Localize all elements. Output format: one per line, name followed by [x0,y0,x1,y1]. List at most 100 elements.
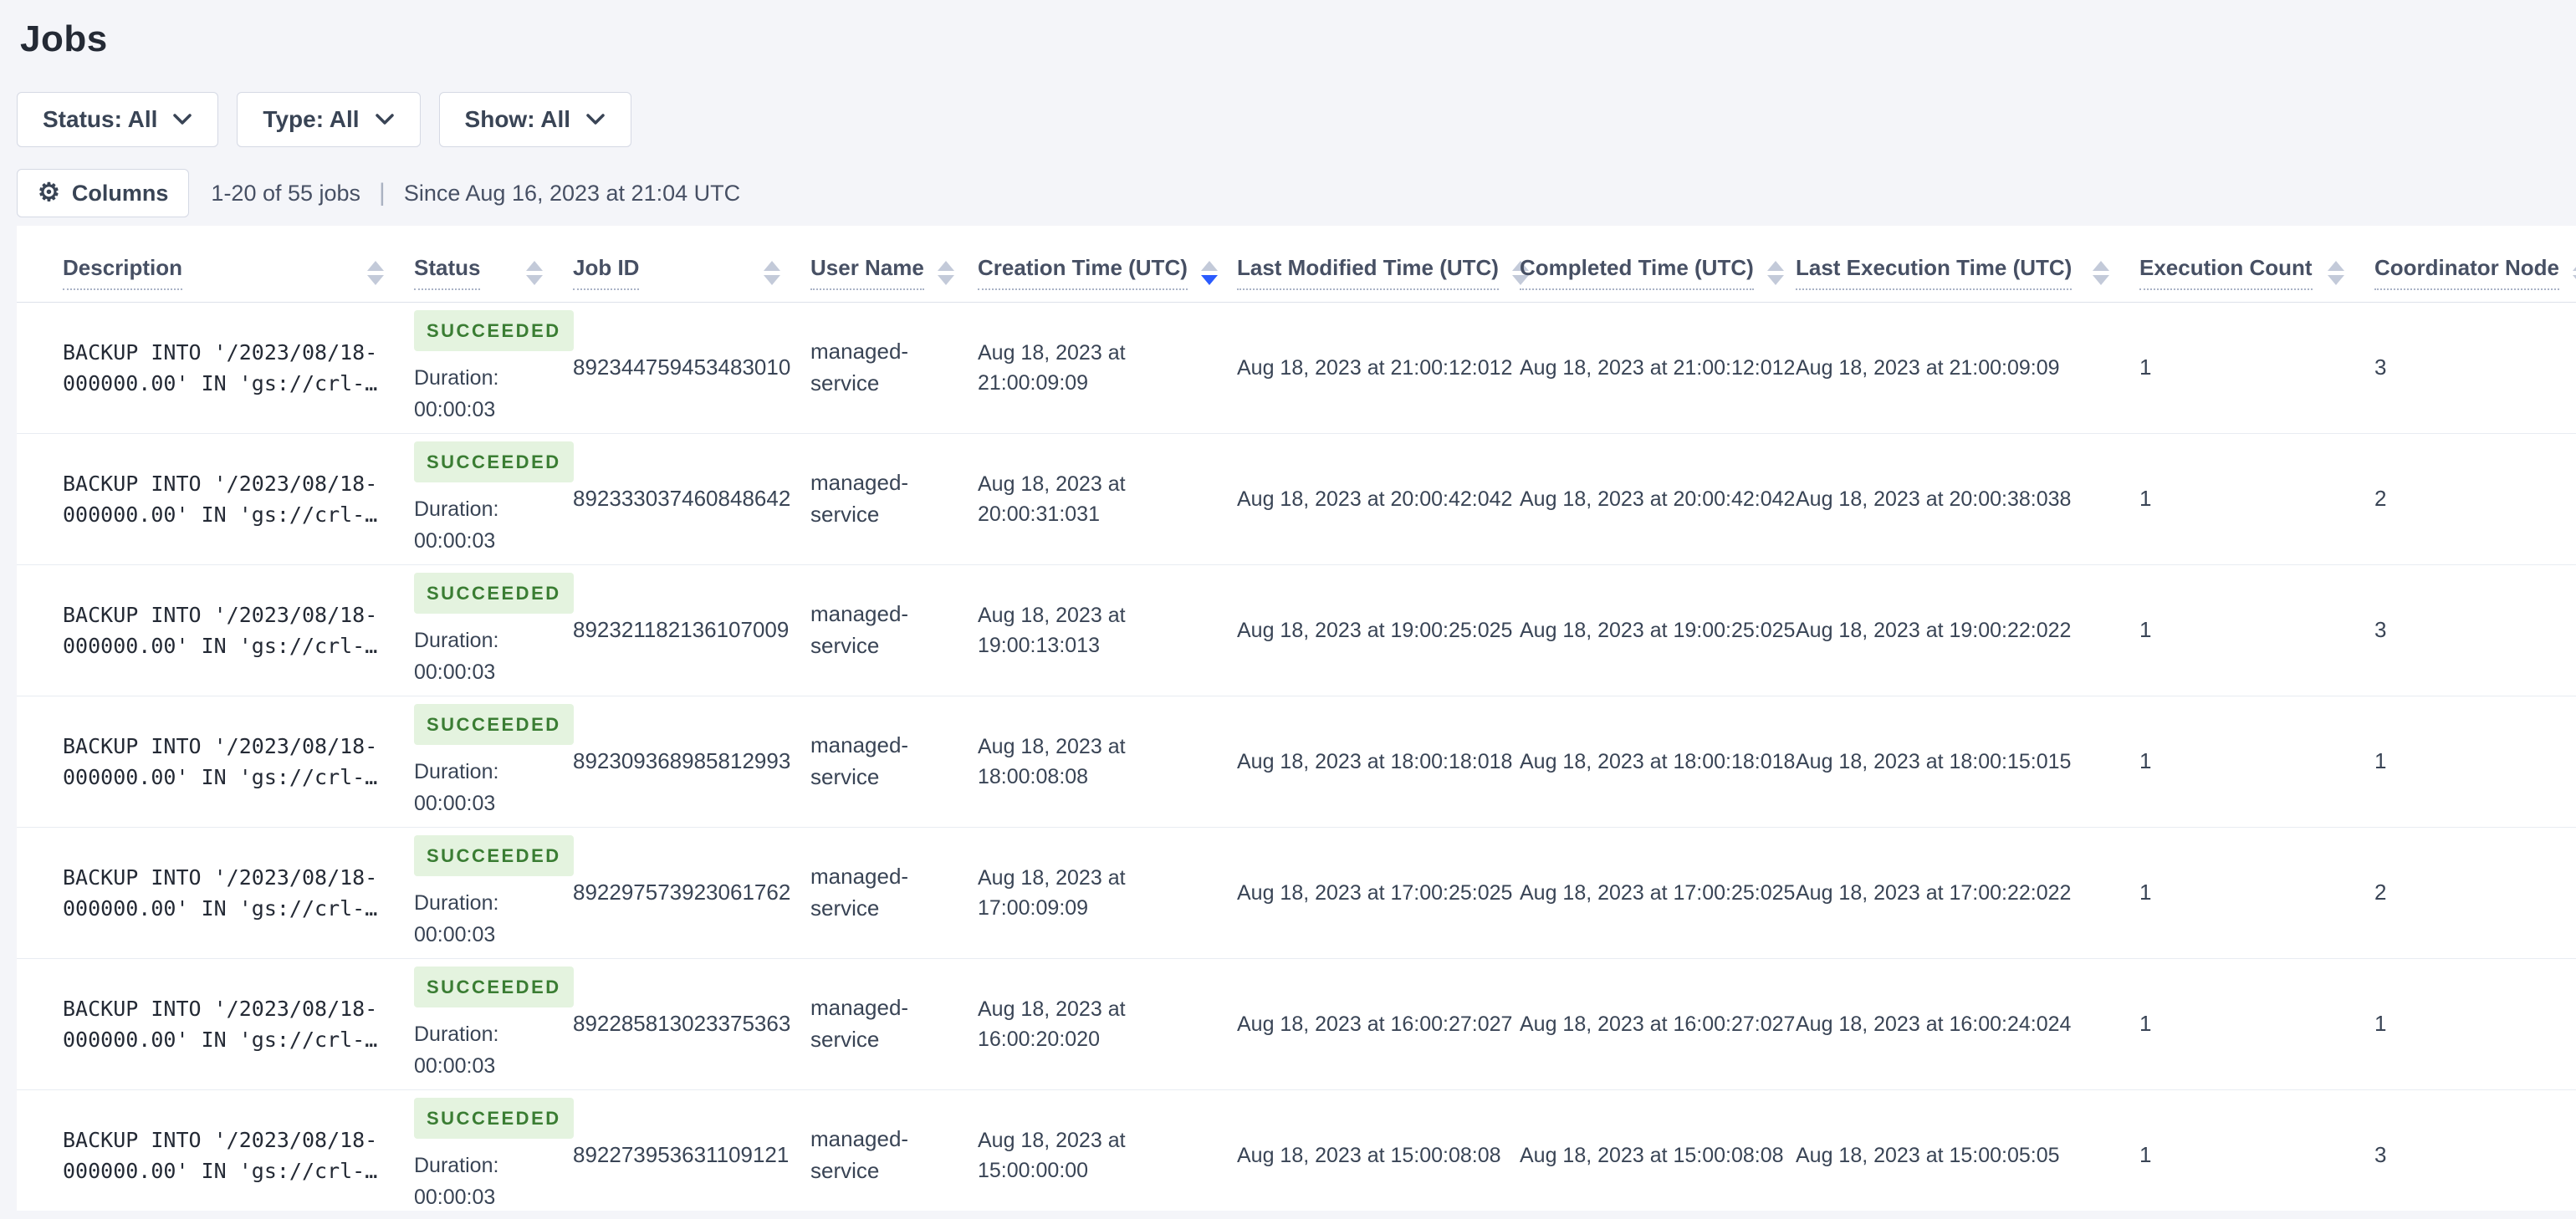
sort-arrows-icon[interactable] [1200,260,1218,285]
show-filter-dropdown[interactable]: Show: All [438,92,632,147]
table-row[interactable]: BACKUP INTO '/2023/08/18- 000000.00' IN … [17,303,2576,434]
cell-last-execution-time: Aug 18, 2023 at 16:00:24:024 [1796,1009,2139,1039]
execution-count-value: 1 [2139,1011,2152,1037]
cell-creation-time: Aug 18, 2023 at 18:00:08:08 [978,732,1237,793]
completed-time-value: Aug 18, 2023 at 17:00:25:025 [1520,880,1796,905]
sort-arrows-icon[interactable] [764,260,780,285]
table-row[interactable]: BACKUP INTO '/2023/08/18- 000000.00' IN … [17,565,2576,696]
column-header-label: Description [63,255,183,290]
last-modified-time-value: Aug 18, 2023 at 15:00:08:08 [1237,1143,1501,1167]
sort-arrows-icon[interactable] [2093,260,2109,285]
creation-time-value: Aug 18, 2023 at 15:00:00:00 [978,1128,1126,1182]
cell-last-modified-time: Aug 18, 2023 at 15:00:08:08 [1237,1140,1520,1171]
job-id-value: 892344759453483010 [573,354,791,380]
column-header-status[interactable]: Status [414,255,573,302]
creation-time-value: Aug 18, 2023 at 16:00:20:020 [978,997,1126,1051]
description-line-2: 000000.00' IN 'gs://crl-… [63,896,378,921]
column-header-job-id[interactable]: Job ID [573,255,810,302]
column-header-last-modified-time[interactable]: Last Modified Time (UTC) [1237,255,1529,302]
last-modified-time-value: Aug 18, 2023 at 21:00:12:012 [1237,355,1513,380]
table-row[interactable]: BACKUP INTO '/2023/08/18- 000000.00' IN … [17,696,2576,828]
cell-last-execution-time: Aug 18, 2023 at 20:00:38:038 [1796,484,2139,514]
last-execution-time-value: Aug 18, 2023 at 15:00:05:05 [1796,1143,2060,1167]
sort-arrows-icon[interactable] [526,260,543,285]
cell-last-execution-time: Aug 18, 2023 at 21:00:09:09 [1796,353,2139,383]
duration-text: Duration: 00:00:03 [414,629,499,684]
cell-creation-time: Aug 18, 2023 at 15:00:00:00 [978,1125,1237,1186]
sort-arrows-icon[interactable] [367,260,384,285]
column-header-creation-time[interactable]: Creation Time (UTC) [978,255,1237,302]
cell-creation-time: Aug 18, 2023 at 21:00:09:09 [978,338,1237,399]
chevron-down-icon [585,113,606,126]
type-filter-dropdown[interactable]: Type: All [237,92,421,147]
table-row[interactable]: BACKUP INTO '/2023/08/18- 000000.00' IN … [17,1090,2576,1219]
creation-time-value: Aug 18, 2023 at 17:00:09:09 [978,865,1126,920]
cell-creation-time: Aug 18, 2023 at 19:00:13:013 [978,600,1237,661]
completed-time-value: Aug 18, 2023 at 15:00:08:08 [1520,1143,1784,1167]
status-filter-dropdown[interactable]: Status: All [17,92,219,147]
column-header-label: Completed Time (UTC) [1520,255,1754,290]
sort-arrows-icon[interactable] [2573,260,2576,285]
chevron-down-icon [375,113,395,126]
cell-status: SUCCEEDED Duration: 00:00:03 [414,572,574,689]
job-id-value: 892321182136107009 [573,617,790,643]
column-header-completed-time[interactable]: Completed Time (UTC) [1520,255,1796,302]
column-header-label: User Name [810,255,924,290]
sort-arrows-icon[interactable] [2328,260,2344,285]
table-row[interactable]: BACKUP INTO '/2023/08/18- 000000.00' IN … [17,959,2576,1090]
creation-time-value: Aug 18, 2023 at 19:00:13:013 [978,603,1126,657]
column-header-coordinator-node[interactable]: Coordinator Node [2374,255,2576,302]
table-header-row: Description Status Job ID User Name Crea… [17,226,2576,303]
cell-completed-time: Aug 18, 2023 at 16:00:27:027 [1520,1009,1796,1039]
table-row[interactable]: BACKUP INTO '/2023/08/18- 000000.00' IN … [17,828,2576,959]
cell-execution-count: 1 [2139,1140,2374,1171]
cell-last-execution-time: Aug 18, 2023 at 18:00:15:015 [1796,747,2139,777]
cell-completed-time: Aug 18, 2023 at 17:00:25:025 [1520,878,1796,908]
status-badge: SUCCEEDED [414,966,574,1008]
cell-description: BACKUP INTO '/2023/08/18- 000000.00' IN … [63,862,414,925]
cell-job-id: 892344759453483010 [573,352,810,384]
cell-job-id: 892321182136107009 [573,615,810,646]
sort-arrows-icon[interactable] [1766,260,1784,285]
table-body: BACKUP INTO '/2023/08/18- 000000.00' IN … [17,303,2576,1219]
page-title: Jobs [20,18,108,59]
cell-coordinator-node: 1 [2374,746,2576,778]
column-header-user-name[interactable]: User Name [810,255,978,302]
completed-time-value: Aug 18, 2023 at 19:00:25:025 [1520,618,1796,642]
column-header-label: Creation Time (UTC) [978,255,1188,290]
count-separator: | [379,179,386,207]
cell-execution-count: 1 [2139,1008,2374,1040]
cell-last-modified-time: Aug 18, 2023 at 17:00:25:025 [1237,878,1520,908]
user-name-value: managed-service [810,1126,909,1183]
columns-button[interactable]: ⚙ Columns [17,169,190,217]
description-line-1: BACKUP INTO '/2023/08/18- [63,865,378,890]
completed-time-value: Aug 18, 2023 at 21:00:12:012 [1520,355,1796,380]
description-line-1: BACKUP INTO '/2023/08/18- [63,339,378,365]
last-modified-time-value: Aug 18, 2023 at 17:00:25:025 [1237,880,1513,905]
table-toolbar: ⚙ Columns 1-20 of 55 jobs | Since Aug 16… [17,169,2576,217]
description-line-2: 000000.00' IN 'gs://crl-… [63,634,378,658]
cell-job-id: 892297573923061762 [573,877,810,909]
cell-status: SUCCEEDED Duration: 00:00:03 [414,441,574,558]
column-header-execution-count[interactable]: Execution Count [2139,255,2374,302]
description-line-2: 000000.00' IN 'gs://crl-… [63,1028,378,1052]
column-header-last-execution-time[interactable]: Last Execution Time (UTC) [1796,255,2139,302]
column-header-label: Status [414,255,481,290]
description-line-1: BACKUP INTO '/2023/08/18- [63,471,378,496]
sort-arrows-icon[interactable] [937,260,954,285]
column-header-label: Execution Count [2139,255,2313,290]
column-header-label: Job ID [573,255,640,290]
cell-creation-time: Aug 18, 2023 at 16:00:20:020 [978,994,1237,1055]
column-header-description[interactable]: Description [63,255,414,302]
cell-job-id: 892285813023375363 [573,1008,810,1040]
cell-last-modified-time: Aug 18, 2023 at 19:00:25:025 [1237,615,1520,645]
completed-time-value: Aug 18, 2023 at 16:00:27:027 [1520,1012,1796,1036]
execution-count-value: 1 [2139,880,2152,905]
cell-completed-time: Aug 18, 2023 at 20:00:42:042 [1520,484,1796,514]
last-execution-time-value: Aug 18, 2023 at 18:00:15:015 [1796,749,2072,773]
coordinator-node-value: 3 [2374,354,2387,380]
table-row[interactable]: BACKUP INTO '/2023/08/18- 000000.00' IN … [17,434,2576,565]
cell-creation-time: Aug 18, 2023 at 17:00:09:09 [978,863,1237,924]
user-name-value: managed-service [810,601,909,658]
description-line-2: 000000.00' IN 'gs://crl-… [63,371,378,395]
